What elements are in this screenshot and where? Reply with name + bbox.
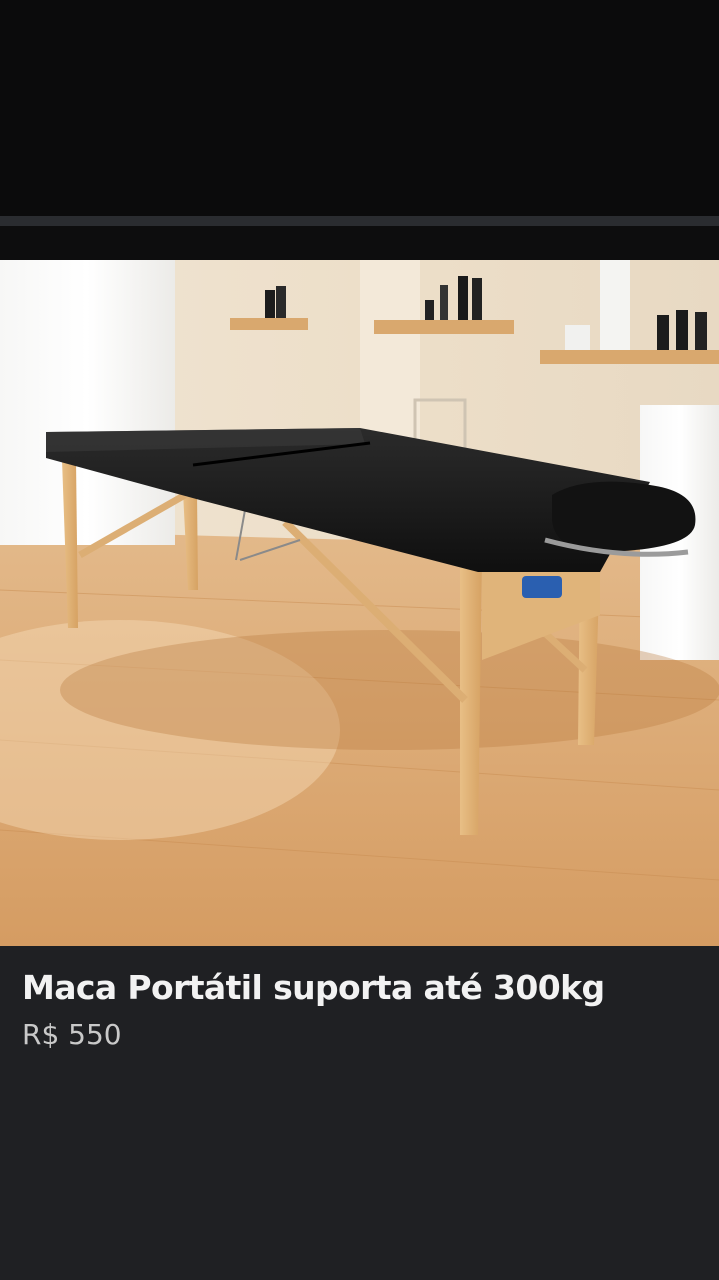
spacer — [0, 226, 719, 260]
listing-screen: Maca Portátil suporta até 300kg R$ 550 — [0, 0, 719, 1280]
top-blank-area — [0, 0, 719, 216]
product-photo[interactable] — [0, 260, 719, 946]
massage-table-image — [0, 260, 719, 946]
divider-bar — [0, 216, 719, 226]
listing-info-panel: Maca Portátil suporta até 300kg R$ 550 — [0, 946, 719, 1280]
listing-title[interactable]: Maca Portátil suporta até 300kg — [22, 968, 605, 1007]
listing-price: R$ 550 — [22, 1018, 122, 1051]
